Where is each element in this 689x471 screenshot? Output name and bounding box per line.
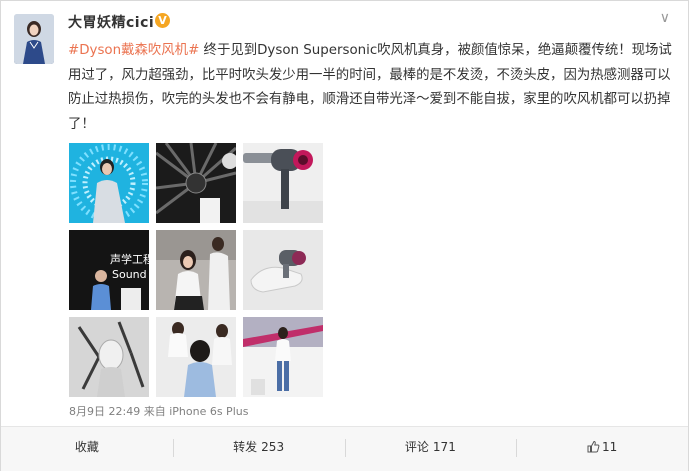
post-meta: 8月9日 22:49 来自 iPhone 6s Plus: [69, 403, 248, 419]
post-image-4[interactable]: 声学工程 Sound: [69, 230, 149, 310]
image-overlay-text-1: 声学工程: [110, 252, 149, 266]
post-image-9[interactable]: [243, 317, 323, 397]
like-button[interactable]: 11: [516, 427, 688, 471]
verified-badge-icon: V: [155, 13, 170, 28]
source-device[interactable]: iPhone 6s Plus: [169, 405, 248, 418]
comment-label: 评论: [404, 440, 429, 454]
thumbs-up-icon: [587, 429, 600, 469]
comment-button[interactable]: 评论 171: [344, 427, 517, 471]
repost-count: 253: [261, 440, 285, 454]
topic-link[interactable]: #Dyson戴森吹风机#: [68, 43, 199, 58]
image-grid: 声学工程 Sound: [69, 143, 323, 397]
username[interactable]: 大胃妖精cici: [68, 12, 154, 32]
source-prefix: 来自: [143, 405, 166, 418]
comment-count: 171: [432, 440, 456, 454]
post-image-7[interactable]: [69, 317, 149, 397]
avatar[interactable]: [14, 14, 54, 64]
favorite-button[interactable]: 收藏: [1, 427, 173, 471]
repost-label: 转发: [233, 440, 258, 454]
post-image-1[interactable]: [69, 143, 149, 223]
post-image-6[interactable]: [243, 230, 323, 310]
post-image-3[interactable]: [243, 143, 323, 223]
favorite-label: 收藏: [74, 440, 99, 454]
weibo-post-card: 大胃妖精cici V ∨ #Dyson戴森吹风机# 终于见到Dyson Supe…: [0, 0, 689, 471]
post-image-5[interactable]: [156, 230, 236, 310]
like-count: 11: [601, 440, 618, 454]
action-bar: 收藏 转发 253 评论 171 11: [1, 426, 688, 471]
post-image-2[interactable]: [156, 143, 236, 223]
chevron-down-icon[interactable]: ∨: [660, 10, 670, 26]
repost-button[interactable]: 转发 253: [172, 427, 345, 471]
image-overlay-text-2: Sound: [112, 268, 147, 281]
post-time[interactable]: 8月9日 22:49: [69, 405, 140, 418]
post-image-8[interactable]: [156, 317, 236, 397]
post-text: #Dyson戴森吹风机# 终于见到Dyson Supersonic吹风机真身，被…: [68, 39, 680, 137]
